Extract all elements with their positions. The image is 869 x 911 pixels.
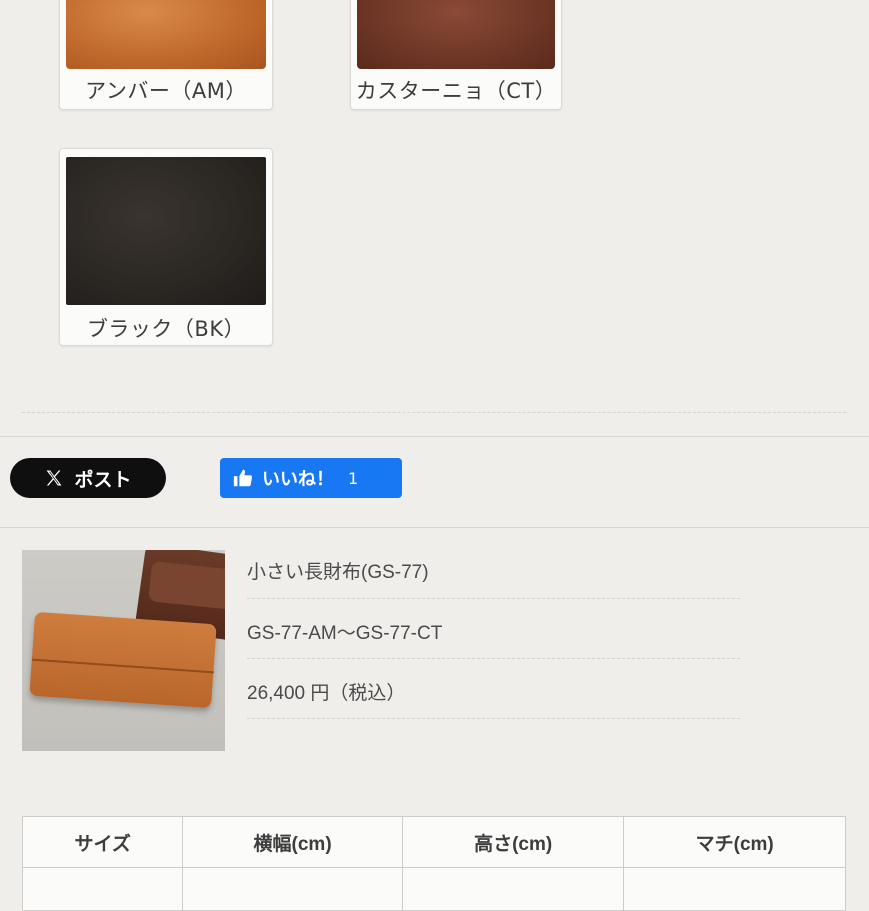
x-post-button[interactable]: ポスト (10, 458, 166, 498)
table-header-row: サイズ 横幅(cm) 高さ(cm) マチ(cm) (21, 816, 846, 868)
product-divider-1 (247, 598, 740, 599)
table-row (21, 867, 846, 911)
social-divider-top (0, 436, 869, 437)
product-code: GS-77-AM〜GS-77-CT (247, 623, 443, 644)
swatch-amber[interactable]: アンバー（AM） (59, 0, 273, 110)
table-cell (401, 867, 625, 911)
table-cell (21, 867, 184, 911)
product-divider-3 (247, 718, 740, 719)
facebook-like-button[interactable]: いいね！ 1 (220, 458, 402, 498)
thumbs-up-icon (233, 469, 253, 487)
header-gusset: マチ(cm) (623, 816, 846, 868)
product-name[interactable]: 小さい長財布(GS-77) (247, 557, 429, 584)
swatch-label-castagno: カスターニョ（CT） (355, 79, 557, 103)
section-divider (22, 412, 846, 413)
product-price: 26,400 円（税込） (247, 683, 406, 704)
castagno-leather-image (357, 0, 555, 69)
table-cell (623, 867, 846, 911)
size-spec-table: サイズ 横幅(cm) 高さ(cm) マチ(cm) (21, 816, 846, 911)
x-post-label: ポスト (74, 468, 132, 491)
like-count: 1 (348, 468, 359, 488)
swatch-label-amber: アンバー（AM） (85, 79, 247, 103)
amber-leather-image (66, 0, 266, 69)
swatch-castagno[interactable]: カスターニョ（CT） (350, 0, 562, 110)
like-label: いいね！ (262, 469, 334, 490)
header-width: 横幅(cm) (182, 816, 403, 868)
table-cell (182, 867, 403, 911)
header-height: 高さ(cm) (401, 816, 625, 868)
social-divider-bottom (0, 527, 869, 528)
product-divider-2 (247, 658, 740, 659)
swatch-black[interactable]: ブラック（BK） (59, 148, 273, 346)
header-size: サイズ (21, 816, 184, 868)
product-thumbnail[interactable] (22, 550, 225, 751)
black-leather-image (66, 157, 266, 305)
swatch-label-black: ブラック（BK） (86, 317, 246, 341)
x-logo-icon (46, 470, 62, 486)
